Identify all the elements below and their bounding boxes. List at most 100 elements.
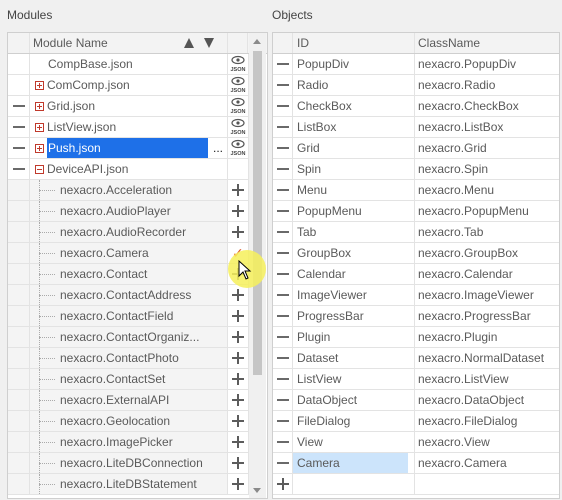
module-action-cell[interactable] bbox=[228, 327, 249, 347]
object-id[interactable]: Spin bbox=[293, 159, 415, 179]
add-icon[interactable] bbox=[232, 394, 244, 406]
module-action-cell[interactable] bbox=[228, 180, 249, 200]
object-row[interactable]: Calendar nexacro.Calendar bbox=[273, 264, 559, 285]
module-name-cell[interactable]: Push.json... bbox=[30, 138, 228, 158]
expand-icon[interactable] bbox=[35, 123, 44, 133]
object-add-row[interactable] bbox=[273, 474, 559, 495]
module-row[interactable]: nexacro.Camera✓ bbox=[8, 243, 249, 264]
module-name-cell[interactable]: nexacro.AudioRecorder bbox=[30, 222, 228, 242]
object-id[interactable]: Grid bbox=[293, 138, 415, 158]
object-id[interactable]: PopupDiv bbox=[293, 54, 415, 74]
module-name-header[interactable]: Module Name bbox=[30, 33, 228, 53]
module-action-cell[interactable]: JSON bbox=[228, 54, 249, 74]
module-name-cell[interactable]: nexacro.Contact bbox=[30, 264, 228, 284]
module-row[interactable]: nexacro.Acceleration bbox=[8, 180, 249, 201]
object-id[interactable]: Calendar bbox=[293, 264, 415, 284]
module-row[interactable]: DeviceAPI.json bbox=[8, 159, 249, 180]
more-button[interactable]: ... bbox=[213, 138, 223, 158]
module-name-cell[interactable]: nexacro.Acceleration bbox=[30, 180, 228, 200]
module-action-cell[interactable] bbox=[228, 159, 249, 179]
object-id[interactable]: Dataset bbox=[293, 348, 415, 368]
module-name-cell[interactable]: nexacro.AudioPlayer bbox=[30, 201, 228, 221]
object-id[interactable]: PopupMenu bbox=[293, 201, 415, 221]
module-row[interactable]: nexacro.Contact bbox=[8, 264, 249, 285]
module-row[interactable]: nexacro.ContactOrganiz... bbox=[8, 327, 249, 348]
module-name-cell[interactable]: nexacro.ContactOrganiz... bbox=[30, 327, 228, 347]
module-action-cell[interactable]: JSON bbox=[228, 75, 249, 95]
module-row[interactable]: nexacro.Geolocation bbox=[8, 411, 249, 432]
object-id[interactable]: Radio bbox=[293, 75, 415, 95]
object-id[interactable]: Camera bbox=[293, 453, 415, 473]
module-row[interactable]: ComComp.json JSON bbox=[8, 75, 249, 96]
module-action-cell[interactable]: JSON bbox=[228, 117, 249, 137]
module-row[interactable]: nexacro.AudioPlayer bbox=[8, 201, 249, 222]
module-name-cell[interactable]: Grid.json bbox=[30, 96, 228, 116]
module-action-cell[interactable] bbox=[228, 474, 249, 494]
add-icon[interactable] bbox=[232, 205, 244, 217]
add-icon[interactable] bbox=[232, 352, 244, 364]
collapse-icon[interactable] bbox=[35, 165, 44, 175]
module-name-cell[interactable]: nexacro.ExternalAPI bbox=[30, 390, 228, 410]
module-row[interactable]: Grid.json JSON bbox=[8, 96, 249, 117]
object-row[interactable]: ImageViewer nexacro.ImageViewer bbox=[273, 285, 559, 306]
id-header[interactable]: ID bbox=[293, 33, 415, 53]
module-name-cell[interactable]: nexacro.ContactSet bbox=[30, 369, 228, 389]
add-icon[interactable] bbox=[232, 457, 244, 469]
module-row[interactable]: nexacro.AudioRecorder bbox=[8, 222, 249, 243]
object-row[interactable]: PopupDiv nexacro.PopupDiv bbox=[273, 54, 559, 75]
module-row[interactable]: nexacro.ContactSet bbox=[8, 369, 249, 390]
expand-icon[interactable] bbox=[35, 81, 44, 91]
module-name-cell[interactable]: ListView.json bbox=[30, 117, 228, 137]
module-row[interactable]: CompBase.json JSON bbox=[8, 54, 249, 75]
object-id[interactable]: ListBox bbox=[293, 117, 415, 137]
object-row[interactable]: Grid nexacro.Grid bbox=[273, 138, 559, 159]
module-row[interactable]: nexacro.ContactField bbox=[8, 306, 249, 327]
add-icon[interactable] bbox=[232, 373, 244, 385]
object-id[interactable]: ImageViewer bbox=[293, 285, 415, 305]
object-row[interactable]: GroupBox nexacro.GroupBox bbox=[273, 243, 559, 264]
object-row[interactable]: ProgressBar nexacro.ProgressBar bbox=[273, 306, 559, 327]
module-row[interactable]: nexacro.ContactAddress bbox=[8, 285, 249, 306]
module-row[interactable]: nexacro.LiteDBStatement bbox=[8, 474, 249, 495]
add-icon[interactable] bbox=[232, 415, 244, 427]
module-name-cell[interactable]: nexacro.LiteDBConnection bbox=[30, 453, 228, 473]
object-row[interactable]: FileDialog nexacro.FileDialog bbox=[273, 411, 559, 432]
module-row[interactable]: nexacro.ExternalAPI bbox=[8, 390, 249, 411]
module-name-cell[interactable]: nexacro.ContactAddress bbox=[30, 285, 228, 305]
add-icon[interactable] bbox=[232, 289, 244, 301]
module-name-cell[interactable]: nexacro.Geolocation bbox=[30, 411, 228, 431]
object-id[interactable]: CheckBox bbox=[293, 96, 415, 116]
json-eye-icon[interactable]: JSON bbox=[230, 97, 246, 115]
object-id[interactable]: Plugin bbox=[293, 327, 415, 347]
json-eye-icon[interactable]: JSON bbox=[230, 139, 246, 157]
module-action-cell[interactable] bbox=[228, 285, 249, 305]
move-up-icon[interactable] bbox=[184, 38, 194, 48]
module-name-cell[interactable]: nexacro.Camera bbox=[30, 243, 228, 263]
module-action-cell[interactable] bbox=[228, 348, 249, 368]
module-name-cell[interactable]: nexacro.LiteDBStatement bbox=[30, 474, 228, 494]
classname-header[interactable]: ClassName bbox=[415, 33, 559, 53]
json-eye-icon[interactable]: JSON bbox=[230, 55, 246, 73]
object-row[interactable]: Camera nexacro.Camera bbox=[273, 453, 559, 474]
expand-icon[interactable] bbox=[35, 144, 44, 154]
module-name-cell[interactable]: ComComp.json bbox=[30, 75, 228, 95]
module-row[interactable]: ListView.json JSON bbox=[8, 117, 249, 138]
modules-scroll-thumb[interactable] bbox=[253, 51, 262, 375]
object-row[interactable]: DataObject nexacro.DataObject bbox=[273, 390, 559, 411]
object-row[interactable]: Tab nexacro.Tab bbox=[273, 222, 559, 243]
module-action-cell[interactable]: JSON bbox=[228, 138, 249, 158]
object-row[interactable]: ListBox nexacro.ListBox bbox=[273, 117, 559, 138]
object-id[interactable]: FileDialog bbox=[293, 411, 415, 431]
object-row[interactable]: Dataset nexacro.NormalDataset bbox=[273, 348, 559, 369]
module-row[interactable]: nexacro.ContactPhoto bbox=[8, 348, 249, 369]
object-id[interactable]: GroupBox bbox=[293, 243, 415, 263]
module-name-cell[interactable]: CompBase.json bbox=[30, 54, 228, 74]
module-action-cell[interactable] bbox=[228, 390, 249, 410]
object-row[interactable]: CheckBox nexacro.CheckBox bbox=[273, 96, 559, 117]
add-icon[interactable] bbox=[276, 478, 289, 490]
module-action-cell[interactable] bbox=[228, 306, 249, 326]
object-row[interactable]: Spin nexacro.Spin bbox=[273, 159, 559, 180]
module-name-cell[interactable]: DeviceAPI.json bbox=[30, 159, 228, 179]
expand-icon[interactable] bbox=[35, 102, 44, 112]
module-action-cell[interactable] bbox=[228, 432, 249, 452]
